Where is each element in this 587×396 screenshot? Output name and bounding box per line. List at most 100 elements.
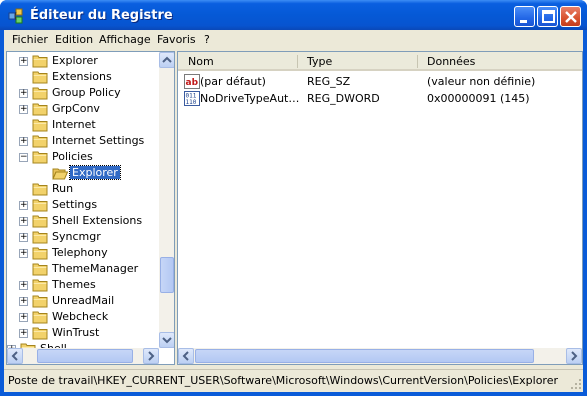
open-folder-icon (52, 168, 68, 180)
column-separator[interactable] (297, 55, 298, 68)
folder-icon (32, 311, 48, 324)
expand-icon[interactable]: + (19, 281, 28, 290)
expand-icon[interactable]: + (19, 137, 28, 146)
key-tree[interactable]: + Explorer Extensions + Group Policy + GrpConv… (6, 51, 175, 365)
tree-item[interactable]: + WinTrust (7, 325, 157, 341)
folder-icon (32, 71, 48, 84)
folder-icon (32, 183, 48, 196)
expand-icon[interactable]: + (19, 233, 28, 242)
tree-scroll-thumb[interactable] (160, 257, 174, 293)
tree-item[interactable]: + Settings (7, 197, 157, 213)
arrow-right-icon (571, 351, 578, 361)
expand-icon[interactable]: + (19, 313, 28, 322)
expand-icon[interactable]: + (19, 105, 28, 114)
scroll-right-button[interactable] (566, 348, 582, 364)
tree-item[interactable]: Explorer (7, 165, 157, 181)
tree-item[interactable]: + Themes (7, 277, 157, 293)
svg-text:110: 110 (186, 99, 197, 106)
maximize-icon (542, 10, 555, 23)
menu-help[interactable]: ? (204, 33, 210, 46)
minimize-icon (520, 20, 527, 23)
scroll-down-button[interactable] (159, 332, 174, 348)
scroll-up-button[interactable] (159, 52, 174, 68)
list-hscroll-thumb[interactable] (195, 349, 534, 363)
string-value-icon: ab (184, 74, 200, 89)
menu-view[interactable]: Affichage (99, 33, 151, 46)
tree-vertical-scrollbar[interactable] (159, 52, 174, 348)
folder-icon (32, 295, 48, 308)
column-type-header[interactable]: Type (307, 55, 332, 68)
status-bar: Poste de travail\HKEY_CURRENT_USER\Softw… (4, 369, 583, 390)
title-bar[interactable]: Éditeur du Registre (0, 0, 587, 30)
tree-hscroll-thumb[interactable] (37, 349, 133, 363)
expand-icon[interactable]: + (19, 201, 28, 210)
list-horizontal-scrollbar[interactable] (178, 348, 582, 364)
folder-icon (32, 119, 48, 132)
value-name: NoDriveTypeAut… (200, 92, 300, 105)
maximize-button[interactable] (537, 6, 558, 27)
tree-item[interactable]: + Explorer (7, 53, 157, 69)
tree-item-label: Syncmgr (52, 230, 101, 243)
tree-item[interactable]: + Telephony (7, 245, 157, 261)
tree-item-label: Themes (52, 278, 96, 291)
value-data: (valeur non définie) (427, 75, 536, 88)
expand-icon[interactable]: + (19, 297, 28, 306)
tree-item[interactable]: Extensions (7, 69, 157, 85)
binary-value-icon: 011 110 (184, 91, 200, 106)
regedit-window: Éditeur du Registre Fichier Edition Affi… (0, 0, 587, 396)
scroll-right-button[interactable] (143, 348, 159, 364)
status-path: Poste de travail\HKEY_CURRENT_USER\Softw… (8, 374, 559, 387)
expand-icon[interactable]: + (19, 57, 28, 66)
column-data-header[interactable]: Données (427, 55, 475, 68)
arrow-down-icon (162, 337, 172, 344)
folder-icon (32, 263, 48, 276)
list-header: Nom Type Données (178, 52, 582, 71)
registry-editor-icon (8, 8, 23, 24)
tree-item[interactable]: Run (7, 181, 157, 197)
tree-item[interactable]: + UnreadMail (7, 293, 157, 309)
tree-item-label: GrpConv (52, 102, 100, 115)
tree-item-label: Run (52, 182, 74, 195)
tree-horizontal-scrollbar[interactable] (7, 348, 159, 364)
tree-item[interactable]: + Webcheck (7, 309, 157, 325)
menu-edit[interactable]: Edition (55, 33, 93, 46)
scroll-left-button[interactable] (7, 348, 23, 364)
value-row[interactable]: 011 110 NoDriveTypeAut… REG_DWORD 0x0000… (178, 90, 582, 107)
tree-item-label: Explorer (52, 54, 98, 67)
tree-item-label: Policies (52, 150, 93, 163)
tree-item-label: WinTrust (52, 326, 100, 339)
value-name: (par défaut) (200, 75, 266, 88)
value-type: REG_SZ (307, 75, 351, 88)
column-name-header[interactable]: Nom (188, 55, 214, 68)
close-button[interactable] (560, 6, 581, 27)
value-data: 0x00000091 (145) (427, 92, 530, 105)
value-list[interactable]: Nom Type Données ab (par défaut) REG_SZ … (177, 51, 583, 365)
tree-item[interactable]: + Shell Extensions (7, 213, 157, 229)
tree-item[interactable]: + Internet Settings (7, 133, 157, 149)
minimize-button[interactable] (514, 6, 535, 27)
tree-item-label: Settings (52, 198, 98, 211)
svg-text:ab: ab (186, 78, 199, 88)
tree-item[interactable]: + Group Policy (7, 85, 157, 101)
tree-item[interactable]: ThemeManager (7, 261, 157, 277)
expand-icon[interactable]: + (19, 329, 28, 338)
tree-item-label: Shell Extensions (52, 214, 143, 227)
tree-item-label: Group Policy (52, 86, 121, 99)
expand-icon[interactable]: + (19, 89, 28, 98)
menu-favorites[interactable]: Favoris (157, 33, 196, 46)
resize-grip-icon[interactable] (570, 378, 582, 390)
value-row[interactable]: ab (par défaut) REG_SZ (valeur non défin… (178, 73, 582, 90)
tree-item[interactable]: + Syncmgr (7, 229, 157, 245)
column-separator[interactable] (417, 55, 418, 68)
expand-icon[interactable]: + (19, 249, 28, 258)
tree-item[interactable]: − Policies (7, 149, 157, 165)
menu-file[interactable]: Fichier (12, 33, 48, 46)
tree-item[interactable]: + GrpConv (7, 101, 157, 117)
folder-icon (32, 215, 48, 228)
tree-item-label: Webcheck (52, 310, 109, 323)
tree-item[interactable]: Internet (7, 117, 157, 133)
expand-icon[interactable]: + (19, 217, 28, 226)
collapse-icon[interactable]: − (19, 153, 28, 162)
folder-icon (32, 55, 48, 68)
scroll-left-button[interactable] (178, 348, 194, 364)
